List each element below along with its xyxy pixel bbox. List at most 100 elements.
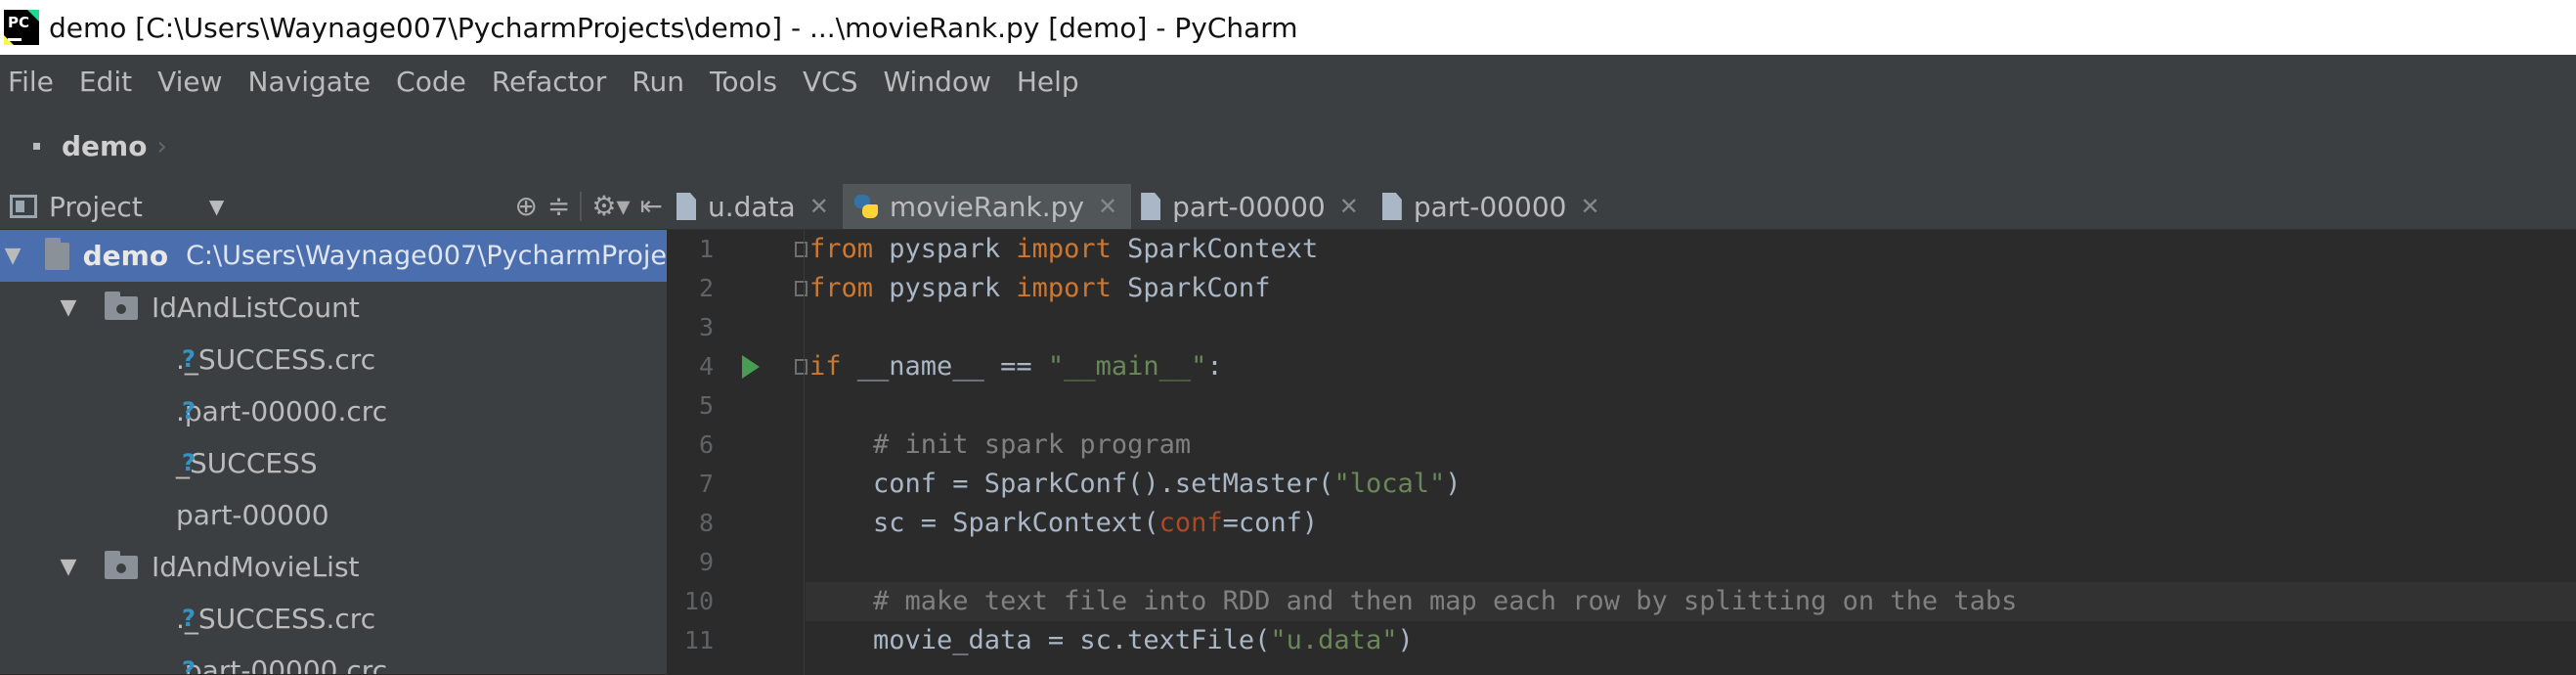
close-icon[interactable]: ✕: [1098, 193, 1117, 220]
menu-tools[interactable]: Tools: [710, 66, 777, 98]
line-number: 4: [698, 352, 714, 381]
code-text: __name__ ==: [841, 351, 1048, 382]
gear-icon[interactable]: ⚙▾: [591, 192, 630, 221]
keyword: import: [1016, 234, 1112, 264]
menu-file[interactable]: File: [8, 66, 54, 98]
pycharm-logo-icon: PC: [4, 10, 39, 45]
string-literal: "u.data": [1270, 625, 1398, 655]
string-literal: "__main__": [1047, 351, 1207, 382]
tab-part-00000[interactable]: part-00000 ✕: [1131, 184, 1373, 229]
tab-label: u.data: [708, 190, 796, 223]
collapse-all-icon[interactable]: ≑: [547, 192, 570, 221]
menu-bar: File Edit View Navigate Code Refactor Ru…: [0, 55, 2576, 109]
code-text: pyspark: [873, 234, 1017, 264]
tree-item-file[interactable]: ? _SUCCESS: [0, 437, 667, 489]
editor-tabs: u.data ✕ movieRank.py ✕ part-00000 ✕ par…: [667, 184, 2576, 230]
panel-toolbar: ⊕ ≑ ⚙▾ ⇤: [504, 192, 663, 221]
tree-item-folder[interactable]: ▼ IdAndMovieList: [0, 541, 667, 593]
menu-window[interactable]: Window: [883, 66, 990, 98]
string-literal: "local": [1333, 469, 1446, 499]
code-text: :: [1206, 351, 1223, 382]
comment: # make text file into RDD and then map e…: [809, 586, 2018, 616]
comment: # init spark program: [809, 429, 1192, 460]
code-line-6: # init spark program: [806, 426, 2576, 465]
tree-item-demo-root[interactable]: ▼ demo C:\Users\Waynage007\PycharmProje: [0, 230, 667, 282]
tree-item-label: .part-00000.crc: [176, 654, 388, 674]
tree-item-file[interactable]: ? .part-00000.crc: [0, 645, 667, 674]
navigation-bar: demo ›: [0, 109, 2576, 184]
expand-arrow-icon[interactable]: ▼: [54, 555, 83, 579]
code-text: conf = SparkConf().setMaster(: [809, 469, 1334, 499]
text-file-icon: [677, 193, 696, 220]
tree-item-file[interactable]: ? ._SUCCESS.crc: [0, 593, 667, 645]
tree-item-file[interactable]: ? ._SUCCESS.crc: [0, 334, 667, 385]
tree-item-label: demo: [82, 240, 169, 272]
line-number: 7: [698, 470, 714, 498]
text-file-icon: [1381, 193, 1402, 220]
menu-run[interactable]: Run: [632, 66, 684, 98]
tab-movierank-py[interactable]: movieRank.py ✕: [842, 184, 1132, 229]
code-text: pyspark: [873, 273, 1017, 303]
close-icon[interactable]: ✕: [809, 193, 829, 220]
code-line-10-current: # make text file into RDD and then map e…: [806, 582, 2576, 621]
tree-item-file[interactable]: ? .part-00000.crc: [0, 385, 667, 437]
window-title: demo [C:\Users\Waynage007\PycharmProject…: [49, 11, 1298, 44]
breadcrumb-demo[interactable]: demo: [62, 130, 147, 162]
menu-vcs[interactable]: VCS: [803, 66, 857, 98]
menu-edit[interactable]: Edit: [79, 66, 132, 98]
line-number: 1: [698, 235, 714, 263]
tree-item-folder[interactable]: ▼ IdAndListCount: [0, 282, 667, 334]
tree-item-label: _SUCCESS: [176, 447, 318, 479]
menu-view[interactable]: View: [157, 66, 222, 98]
project-view-selector[interactable]: Project: [49, 191, 143, 223]
project-tree: ▼ demo C:\Users\Waynage007\PycharmProje …: [0, 230, 667, 674]
tree-item-file[interactable]: part-00000: [0, 489, 667, 541]
code-text: sc = SparkContext(: [809, 508, 1159, 538]
tree-item-label: IdAndListCount: [152, 292, 360, 324]
tab-part-00000-2[interactable]: part-00000 ✕: [1373, 184, 1614, 229]
scroll-from-source-icon[interactable]: ⊕: [514, 192, 537, 221]
project-panel-header: Project ▼ ⊕ ≑ ⚙▾ ⇤: [0, 184, 667, 230]
gutter-divider: [804, 230, 805, 675]
close-icon[interactable]: ✕: [1339, 193, 1359, 220]
code-text: SparkContext: [1111, 234, 1319, 264]
code-line-8: sc = SparkContext(conf=conf): [806, 504, 2576, 543]
line-number: 11: [683, 626, 714, 654]
project-dot-icon: [33, 143, 40, 150]
line-number: 10: [683, 587, 714, 615]
text-file-icon: [1141, 193, 1161, 220]
run-icon[interactable]: [742, 355, 760, 379]
code-text: ): [1397, 625, 1414, 655]
chevron-down-icon[interactable]: ▼: [209, 195, 224, 218]
tree-item-path: C:\Users\Waynage007\PycharmProje: [186, 241, 667, 271]
tree-item-label: ._SUCCESS.crc: [176, 343, 376, 376]
tree-item-label: part-00000: [176, 499, 329, 531]
tab-label: movieRank.py: [889, 190, 1085, 223]
code-text: ): [1445, 469, 1462, 499]
code-text: =conf): [1222, 508, 1319, 538]
keyword: import: [1016, 273, 1112, 303]
chevron-right-icon: ›: [156, 131, 167, 161]
close-icon[interactable]: ✕: [1580, 193, 1599, 220]
line-number: 5: [698, 391, 714, 420]
hide-panel-icon[interactable]: ⇤: [640, 192, 663, 221]
menu-code[interactable]: Code: [396, 66, 466, 98]
tree-item-label: .part-00000.crc: [176, 395, 388, 428]
code-line-7: conf = SparkConf().setMaster("local"): [806, 465, 2576, 504]
code-line-11: movie_data = sc.textFile("u.data"): [806, 621, 2576, 660]
tree-item-label: ._SUCCESS.crc: [176, 603, 376, 635]
menu-navigate[interactable]: Navigate: [248, 66, 371, 98]
tab-u-data[interactable]: u.data ✕: [667, 184, 843, 229]
line-number: 6: [698, 430, 714, 459]
menu-help[interactable]: Help: [1017, 66, 1079, 98]
editor-gutter: 1 2 3 4 5 6 7 8 9 10 11: [667, 230, 808, 660]
expand-arrow-icon[interactable]: ▼: [54, 295, 83, 320]
python-file-icon: [852, 193, 880, 220]
keyword: from: [809, 234, 874, 264]
keyword: from: [809, 273, 874, 303]
menu-refactor[interactable]: Refactor: [492, 66, 606, 98]
expand-arrow-icon[interactable]: ▼: [4, 244, 22, 268]
